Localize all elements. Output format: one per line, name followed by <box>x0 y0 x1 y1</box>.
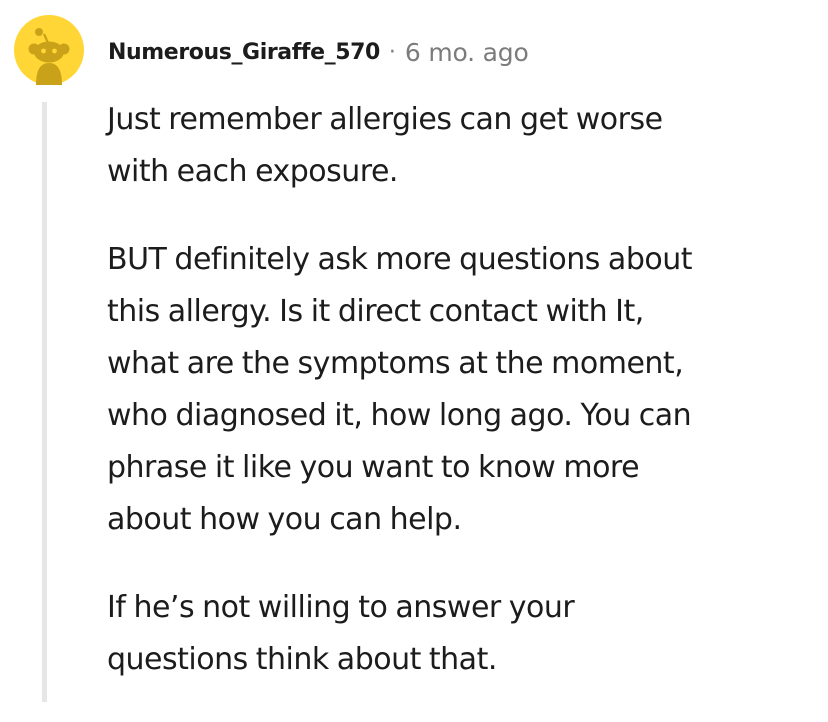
text-line: questions think about that. <box>107 642 497 677</box>
snoo-avatar-icon <box>14 15 84 85</box>
text-line: BUT definitely ask more questions about <box>107 242 693 277</box>
comment-body: Just remember allergies can get worse wi… <box>107 94 807 722</box>
text-line: phrase it like you want to know more <box>107 450 640 485</box>
text-line: about how you can help. <box>107 502 462 537</box>
comment-paragraph: BUT definitely ask more questions about … <box>107 234 807 546</box>
thread-collapse-line[interactable] <box>42 102 47 702</box>
comment-paragraph: If he’s not willing to answer your quest… <box>107 582 807 686</box>
avatar[interactable] <box>14 15 84 85</box>
comment-meta: Numerous_Giraffe_570 · 6 mo. ago <box>108 34 529 70</box>
text-line: Just remember allergies can get worse <box>107 102 663 137</box>
text-line: with each exposure. <box>107 154 398 189</box>
text-line: this allergy. Is it direct contact with … <box>107 294 644 329</box>
comment-timestamp[interactable]: 6 mo. ago <box>405 38 529 67</box>
meta-separator: · <box>388 39 396 65</box>
comment: Numerous_Giraffe_570 · 6 mo. ago Just re… <box>0 0 828 702</box>
text-line: If he’s not willing to answer your <box>107 590 575 625</box>
comment-paragraph: Just remember allergies can get worse wi… <box>107 94 807 198</box>
author-username[interactable]: Numerous_Giraffe_570 <box>108 40 380 65</box>
text-line: what are the symptoms at the moment, <box>107 346 684 381</box>
text-line: who diagnosed it, how long ago. You can <box>107 398 692 433</box>
